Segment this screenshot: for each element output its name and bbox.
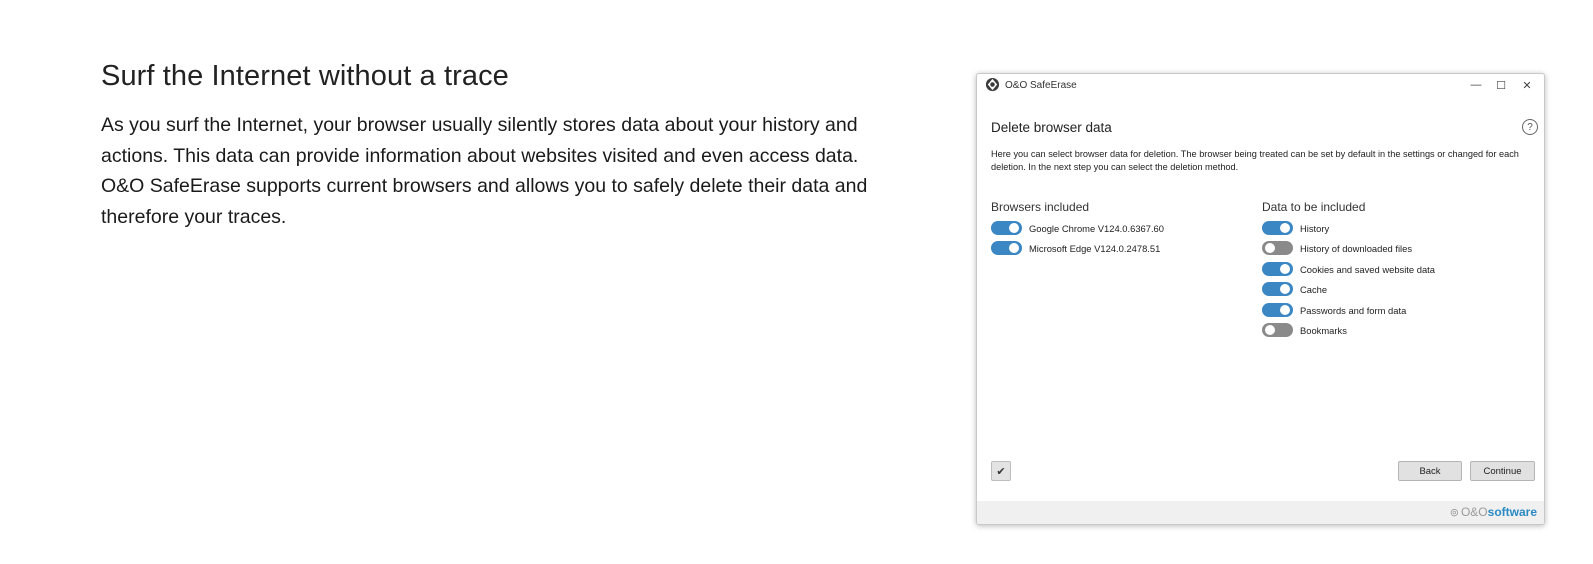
toggle-switch[interactable]: [1262, 323, 1293, 337]
brand-logo: ⊚ O&O software: [1450, 505, 1537, 519]
intro-paragraph: As you surf the Internet, your browser u…: [101, 114, 868, 228]
checkmark-icon: ✔: [996, 465, 1006, 478]
data-section-title: Data to be included: [1262, 200, 1366, 214]
toggle-label: Passwords and form data: [1300, 304, 1407, 316]
intro-section: Surf the Internet without a trace As you…: [101, 60, 901, 232]
data-toggle-cookies[interactable]: Cookies and saved website data: [1262, 261, 1435, 277]
toggle-switch[interactable]: [1262, 303, 1293, 317]
browser-toggle-edge[interactable]: Microsoft Edge V124.0.2478.51: [991, 240, 1160, 256]
intro-title: Surf the Internet without a trace: [101, 60, 509, 92]
toggle-label: Google Chrome V124.0.6367.60: [1029, 222, 1164, 234]
toggle-switch[interactable]: [1262, 241, 1293, 255]
toggle-knob: [1009, 243, 1019, 253]
data-toggle-downloads[interactable]: History of downloaded files: [1262, 240, 1412, 256]
app-window: O&O SafeErase — ☐ ✕ Delete browser data …: [976, 73, 1545, 525]
brand-software: software: [1487, 505, 1537, 519]
back-button[interactable]: Back: [1398, 461, 1462, 481]
toggle-switch[interactable]: [1262, 221, 1293, 235]
toggle-knob: [1265, 243, 1275, 253]
toggle-knob: [1280, 264, 1290, 274]
toggle-switch[interactable]: [991, 221, 1022, 235]
help-icon[interactable]: ?: [1522, 119, 1538, 135]
select-all-button[interactable]: ✔: [991, 461, 1011, 481]
toggle-label: Cache: [1300, 283, 1328, 295]
toggle-label: Microsoft Edge V124.0.2478.51: [1029, 242, 1161, 254]
brand-mark-icon: ⊚: [1449, 506, 1459, 519]
toggle-label: Cookies and saved website data: [1300, 263, 1435, 275]
maximize-button[interactable]: ☐: [1493, 77, 1509, 93]
description-text: Here you can select browser data for del…: [991, 149, 1519, 172]
app-title: O&O SafeErase: [1005, 80, 1077, 91]
toggle-knob: [1280, 305, 1290, 315]
title-bar[interactable]: O&O SafeErase — ☐ ✕: [977, 74, 1544, 96]
data-toggle-passwords[interactable]: Passwords and form data: [1262, 302, 1406, 318]
browsers-section-title: Browsers included: [991, 200, 1090, 214]
toggle-knob: [1009, 223, 1019, 233]
data-toggle-bookmarks[interactable]: Bookmarks: [1262, 322, 1347, 338]
toggle-label: History of downloaded files: [1300, 242, 1413, 254]
continue-button[interactable]: Continue: [1470, 461, 1535, 481]
page-title: Delete browser data: [991, 120, 1112, 135]
toggle-label: Bookmarks: [1300, 324, 1347, 336]
footer-bar: ⊚ O&O software: [977, 501, 1544, 524]
close-button[interactable]: ✕: [1519, 77, 1535, 93]
toggle-label: History: [1300, 222, 1330, 234]
brand-oo: O&O: [1460, 505, 1488, 519]
data-toggle-cache[interactable]: Cache: [1262, 281, 1327, 297]
toggle-knob: [1280, 284, 1290, 294]
minimize-button[interactable]: —: [1468, 77, 1484, 93]
toggle-switch[interactable]: [1262, 282, 1293, 296]
toggle-switch[interactable]: [1262, 262, 1293, 276]
data-toggle-history[interactable]: History: [1262, 220, 1329, 236]
toggle-knob: [1265, 325, 1275, 335]
toggle-switch[interactable]: [991, 241, 1022, 255]
app-logo-icon: [985, 77, 1000, 92]
browser-toggle-chrome[interactable]: Google Chrome V124.0.6367.60: [991, 220, 1164, 236]
toggle-knob: [1280, 223, 1290, 233]
